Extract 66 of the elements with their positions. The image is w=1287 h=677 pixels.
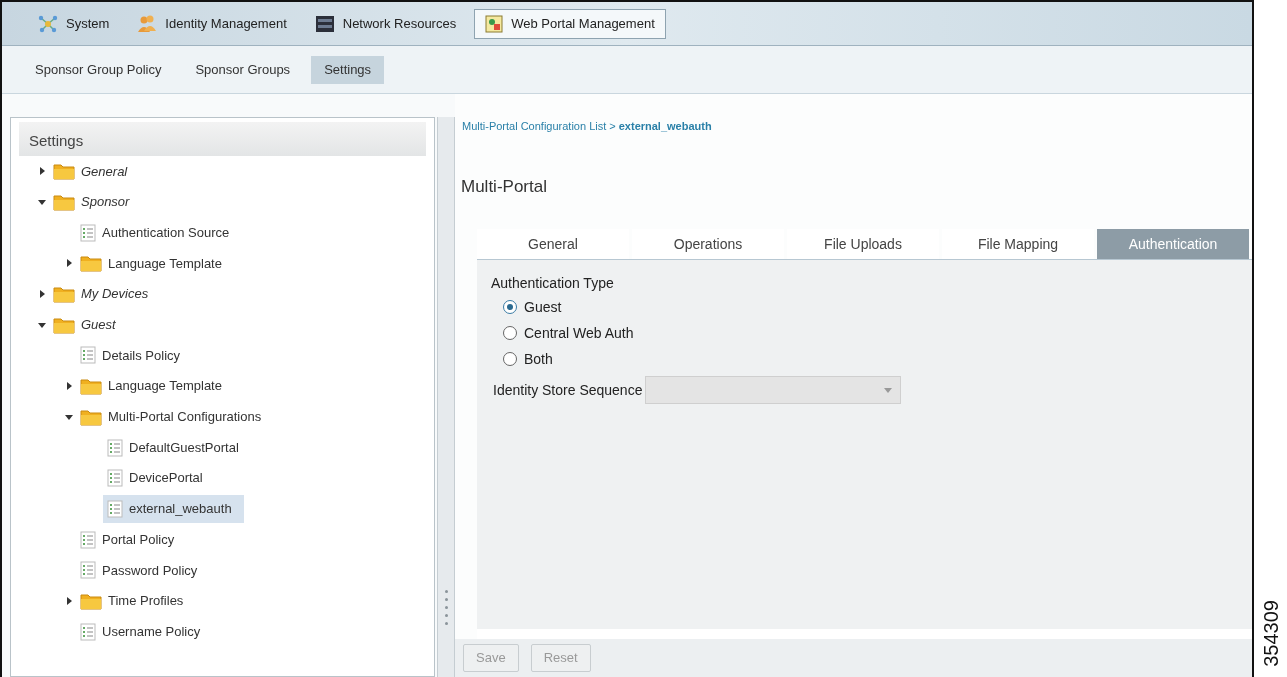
expanded-arrow-icon[interactable]: [38, 198, 46, 207]
collapsed-arrow-icon[interactable]: [65, 259, 73, 268]
tree-item[interactable]: Time Profiles: [76, 586, 196, 615]
list-document-icon: [80, 561, 96, 580]
top-tab[interactable]: System: [28, 8, 120, 39]
tree-item[interactable]: Authentication Source: [76, 218, 242, 247]
folder-icon: [53, 315, 75, 334]
folder-icon: [53, 193, 75, 212]
tree-item[interactable]: external_webauth: [103, 494, 244, 523]
tree-item[interactable]: Portal Policy: [76, 525, 187, 554]
tree-item[interactable]: Sponsor: [49, 188, 142, 217]
network-icon: [38, 14, 58, 33]
list-document-icon: [107, 438, 123, 457]
tree-item[interactable]: Guest: [49, 310, 128, 339]
radio-button[interactable]: [503, 326, 517, 340]
tree-item[interactable]: Multi-Portal Configurations: [76, 402, 274, 431]
folder-icon: [80, 407, 102, 426]
tree-item[interactable]: General: [49, 157, 140, 186]
tree-item[interactable]: Details Policy: [76, 341, 193, 370]
collapsed-arrow-icon[interactable]: [38, 167, 46, 176]
select-label: Identity Store Sequence: [493, 380, 643, 400]
radio-button[interactable]: [503, 300, 517, 314]
breadcrumb-current: external_webauth: [618, 119, 712, 134]
tree-item[interactable]: Language Template: [76, 372, 234, 401]
collapsed-arrow-icon[interactable]: [65, 596, 73, 605]
group-label: Authentication Type: [491, 274, 615, 293]
breadcrumb-link[interactable]: Multi-Portal Configuration List: [462, 118, 607, 135]
radio-button[interactable]: [503, 352, 517, 366]
folder-icon: [80, 377, 102, 396]
sub-tab[interactable]: Settings: [311, 55, 385, 84]
sidebar-title: Settings: [19, 122, 427, 156]
list-document-icon: [80, 530, 96, 549]
tree-item[interactable]: My Devices: [49, 280, 161, 309]
sub-tab[interactable]: Sponsor Group Policy: [22, 55, 175, 84]
expanded-arrow-icon[interactable]: [38, 320, 46, 329]
tree-item[interactable]: Username Policy: [76, 617, 213, 646]
people-icon: [137, 14, 158, 33]
tree-item[interactable]: DevicePortal: [103, 464, 215, 493]
expanded-arrow-icon[interactable]: [65, 412, 73, 421]
radio-label: Guest: [524, 297, 562, 317]
sub-tab[interactable]: Sponsor Groups: [182, 55, 304, 84]
top-tab[interactable]: Network Resources: [304, 8, 467, 39]
folder-icon: [53, 285, 75, 304]
collapsed-arrow-icon[interactable]: [38, 290, 46, 299]
tree-item[interactable]: Password Policy: [76, 556, 210, 585]
figure-number: 354309: [1258, 600, 1283, 667]
server-icon: [314, 14, 335, 33]
list-document-icon: [80, 346, 96, 365]
folder-icon: [80, 254, 102, 273]
folder-icon: [80, 591, 102, 610]
breadcrumb-separator: >: [609, 119, 616, 134]
portal-icon: [485, 14, 504, 33]
list-document-icon: [107, 499, 123, 518]
list-document-icon: [80, 622, 96, 641]
radio-label: Both: [524, 349, 553, 369]
dropdown-caret-icon: [884, 387, 893, 393]
radio-label: Central Web Auth: [524, 323, 634, 343]
top-tab[interactable]: Identity Management: [127, 8, 297, 39]
list-document-icon: [107, 469, 123, 488]
tree-item[interactable]: Language Template: [76, 249, 234, 278]
list-document-icon: [80, 223, 96, 242]
page-title: Multi-Portal: [460, 175, 548, 198]
top-tab[interactable]: Web Portal Management: [474, 8, 666, 39]
collapsed-arrow-icon[interactable]: [65, 382, 73, 391]
tree-item[interactable]: DefaultGuestPortal: [103, 433, 251, 462]
folder-icon: [53, 162, 75, 181]
